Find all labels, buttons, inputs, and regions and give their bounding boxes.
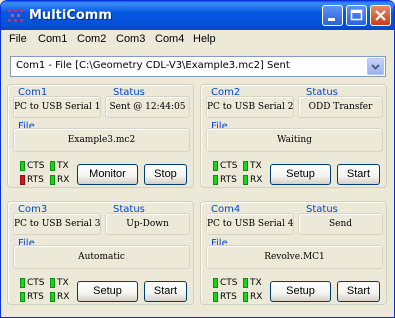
rts-label: RTS [27,175,44,185]
menu-help[interactable]: Help [193,33,216,45]
port-name-box: PC to USB Serial 1 [13,96,101,118]
cts-label: CTS [220,161,238,171]
port-name: PC to USB Serial 4 [207,219,294,229]
cts-indicator [213,278,218,288]
status-value: Sent @ 12:44:05 [109,102,186,112]
menu-com1[interactable]: Com1 [38,33,67,45]
title-bar[interactable]: MultiComm [1,1,394,30]
port-name: PC to USB Serial 1 [14,102,101,112]
maximize-button[interactable] [346,5,367,26]
file-value: Revolve.MC1 [264,252,325,262]
status-value: Up-Down [126,219,169,229]
job-select-dropdown-button[interactable] [367,58,384,75]
rx-label: RX [250,175,263,185]
file-box: Waiting [206,128,383,152]
status-box: Up-Down [105,213,190,235]
status-value: Send [328,219,353,229]
stop-button[interactable]: Stop [144,164,187,185]
job-select-value: Com1 - File [C:\Geometry CDL-V3\Example3… [16,60,290,71]
port-panel-com1: Com1 Status PC to USB Serial 1 Sent @ 12… [7,84,194,188]
cts-indicator [20,161,25,171]
job-select[interactable]: Com1 - File [C:\Geometry CDL-V3\Example3… [10,56,386,77]
cts-label: CTS [27,278,45,288]
tx-label: TX [57,278,69,288]
cts-label: CTS [220,278,238,288]
tx-label: TX [250,278,262,288]
rx-label: RX [57,292,70,302]
setup-button[interactable]: Setup [270,164,331,185]
port-name-box: PC to USB Serial 4 [206,213,294,235]
menu-com3[interactable]: Com3 [116,33,145,45]
status-box: Sent @ 12:44:05 [105,96,190,118]
file-box: Example3.mc2 [13,128,190,152]
start-button[interactable]: Start [144,281,187,302]
app-icon [8,9,23,22]
rts-indicator [20,175,25,185]
tx-indicator [243,278,248,288]
rx-indicator [243,175,248,185]
tx-label: TX [250,161,262,171]
cts-label: CTS [27,161,45,171]
tx-indicator [50,161,55,171]
rts-label: RTS [220,175,237,185]
menu-bar: File Com1 Com2 Com3 Com4 Help [1,30,394,49]
cts-indicator [20,278,25,288]
start-button[interactable]: Start [337,164,380,185]
tx-indicator [243,161,248,171]
port-panel-com2: Com2 Status PC to USB Serial 2 ODD Trans… [200,84,387,188]
menu-file[interactable]: File [9,33,27,45]
close-icon [375,10,386,21]
maximize-icon [350,9,363,21]
rx-label: RX [250,292,263,302]
rx-indicator [50,292,55,302]
cts-indicator [213,161,218,171]
port-name: PC to USB Serial 3 [14,219,101,229]
rx-indicator [243,292,248,302]
port-panel-com4: Com4 Status PC to USB Serial 4 Send File… [200,201,387,305]
menu-com4[interactable]: Com4 [155,33,184,45]
dropdown-arrow-icon [371,64,380,70]
rx-indicator [50,175,55,185]
file-value: Waiting [277,135,312,145]
file-box: Automatic [13,245,190,269]
rts-indicator [20,292,25,302]
port-name-box: PC to USB Serial 2 [206,96,294,118]
rts-label: RTS [27,292,44,302]
file-box: Revolve.MC1 [206,245,383,269]
menu-com2[interactable]: Com2 [77,33,106,45]
rts-indicator [213,292,218,302]
status-value: ODD Transfer [308,102,373,112]
window-title: MultiComm [29,8,112,23]
file-value: Automatic [78,252,125,262]
close-button[interactable] [370,5,391,26]
tx-label: TX [57,161,69,171]
monitor-button[interactable]: Monitor [77,164,138,185]
setup-button[interactable]: Setup [77,281,138,302]
app-window: MultiComm File Com1 Com2 Com3 Com4 Help … [0,0,395,318]
status-box: ODD Transfer [298,96,383,118]
rts-indicator [213,175,218,185]
file-value: Example3.mc2 [67,135,136,145]
port-panel-com3: Com3 Status PC to USB Serial 3 Up-Down F… [7,201,194,305]
minimize-button[interactable] [322,5,343,26]
rx-label: RX [57,175,70,185]
start-button[interactable]: Start [337,281,380,302]
status-box: Send [298,213,383,235]
port-name-box: PC to USB Serial 3 [13,213,101,235]
minimize-icon [328,18,335,21]
setup-button[interactable]: Setup [270,281,331,302]
rts-label: RTS [220,292,237,302]
tx-indicator [50,278,55,288]
port-name: PC to USB Serial 2 [207,102,294,112]
